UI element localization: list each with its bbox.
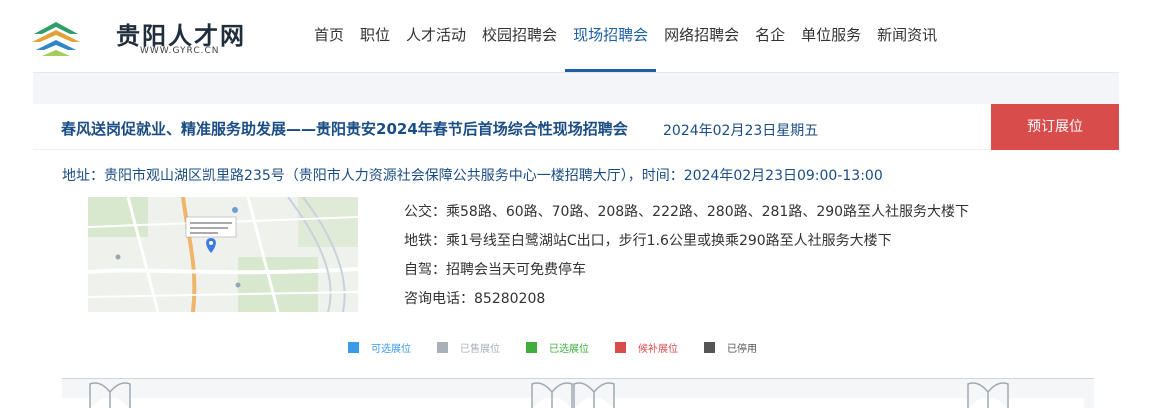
- fair-date: 2024年02月23日星期五: [663, 123, 819, 139]
- logo-mark-icon: [32, 22, 80, 56]
- phone-info: 咨询电话：85280208: [404, 291, 546, 307]
- legend-swatch: [437, 342, 448, 353]
- entrance-door-icon: [89, 382, 131, 408]
- entrance-door-icon: [531, 382, 573, 408]
- legend-label: 已选展位: [549, 344, 589, 355]
- legend-label: 候补展位: [638, 344, 678, 355]
- nav-item[interactable]: 职位: [352, 0, 398, 72]
- nav-item[interactable]: 校园招聘会: [474, 0, 565, 72]
- legend-item: 可选展位: [348, 340, 411, 355]
- site-logo[interactable]: 贵阳人才网 WWW.GYRC.CN: [30, 14, 260, 60]
- main-nav: 首页 职位 人才活动 校园招聘会 现场招聘会 网络招聘会 名企 单位服务 新闻资讯: [306, 0, 945, 72]
- nav-item[interactable]: 网络招聘会: [656, 0, 747, 72]
- nav-item[interactable]: 名企: [747, 0, 793, 72]
- site-domain: WWW.GYRC.CN: [140, 46, 220, 56]
- nav-item[interactable]: 首页: [306, 0, 352, 72]
- entrance-door-icon: [967, 382, 1009, 408]
- map-graphic-icon: [88, 197, 358, 312]
- bus-info: 公交：乘58路、60路、70路、208路、222路、280路、281路、290路…: [404, 204, 970, 220]
- location-map[interactable]: [88, 197, 358, 312]
- nav-item[interactable]: 现场招聘会: [565, 0, 657, 72]
- site-header: 贵阳人才网 WWW.GYRC.CN 首页 职位 人才活动 校园招聘会 现场招聘会 网络招聘…: [0, 0, 1152, 72]
- legend-item: 已选展位: [526, 340, 589, 355]
- legend-swatch: [615, 342, 626, 353]
- legend-swatch: [704, 342, 715, 353]
- nav-item[interactable]: 新闻资讯: [869, 0, 945, 72]
- fair-address: 地址：贵阳市观山湖区凯里路235号（贵阳市人力资源社会保障公共服务中心一楼招聘大…: [62, 168, 883, 184]
- legend-label: 已停用: [727, 344, 757, 355]
- booth-legend: 可选展位 已售展位 已选展位 候补展位 已停用: [348, 340, 783, 355]
- content-band: [33, 72, 1119, 104]
- entrance-door-icon: [573, 382, 615, 408]
- book-booth-button[interactable]: 预订展位: [991, 104, 1119, 150]
- legend-item: 候补展位: [615, 340, 678, 355]
- legend-swatch: [526, 342, 537, 353]
- transport-info: 公交：乘58路、60路、70路、208路、222路、280路、281路、290路…: [404, 202, 969, 318]
- legend-item: 已售展位: [437, 340, 500, 355]
- fair-title-bar: 春风送岗促就业、精准服务助发展——贵阳贵安2024年春节后首场综合性现场招聘会 …: [33, 104, 1119, 150]
- nav-item[interactable]: 人才活动: [398, 0, 474, 72]
- drive-info: 自驾：招聘会当天可免费停车: [404, 262, 586, 278]
- nav-item[interactable]: 单位服务: [793, 0, 869, 72]
- legend-swatch: [348, 342, 359, 353]
- legend-label: 可选展位: [371, 344, 411, 355]
- legend-label: 已售展位: [460, 344, 500, 355]
- legend-item: 已停用: [704, 340, 757, 355]
- metro-info: 地铁：乘1号线至白鹭湖站C出口，步行1.6公里或换乘290路至人社服务大楼下: [404, 233, 892, 249]
- fair-title: 春风送岗促就业、精准服务助发展——贵阳贵安2024年春节后首场综合性现场招聘会: [61, 120, 628, 138]
